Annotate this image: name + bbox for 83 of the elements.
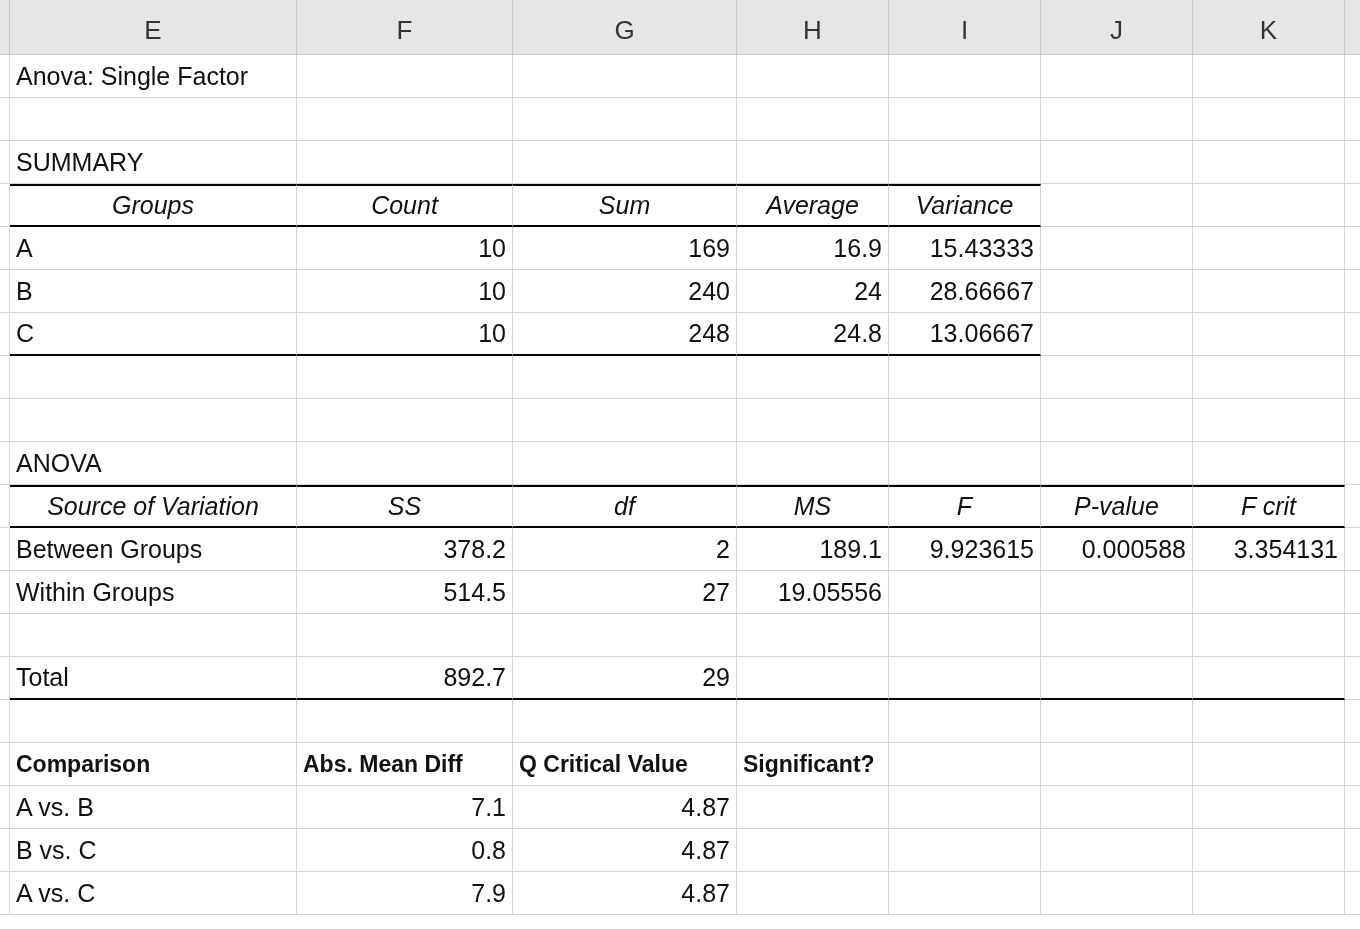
table-cell: F crit bbox=[1193, 485, 1345, 528]
table-cell: B bbox=[10, 270, 297, 313]
table-cell bbox=[0, 270, 10, 313]
table-cell: SUMMARY bbox=[10, 141, 297, 184]
table-cell: 0.000588 bbox=[1041, 528, 1193, 571]
table-cell bbox=[0, 829, 10, 872]
column-header[interactable]: I bbox=[889, 0, 1041, 54]
table-cell bbox=[0, 614, 10, 657]
table-cell bbox=[0, 98, 10, 141]
table-cell: 4.87 bbox=[513, 829, 737, 872]
table-cell: 4.87 bbox=[513, 872, 737, 915]
table-cell: F bbox=[889, 485, 1041, 528]
table-cell: Source of Variation bbox=[10, 485, 297, 528]
table-cell bbox=[0, 399, 10, 442]
table-cell bbox=[0, 571, 10, 614]
table-cell bbox=[0, 313, 10, 356]
table-cell bbox=[0, 786, 10, 829]
table-cell: 15.43333 bbox=[889, 227, 1041, 270]
table-cell: 24 bbox=[737, 270, 889, 313]
table-cell bbox=[0, 528, 10, 571]
table-cell: Between Groups bbox=[10, 528, 297, 571]
table-cell: df bbox=[513, 485, 737, 528]
table-cell bbox=[0, 485, 10, 528]
table-cell: 29 bbox=[513, 657, 737, 700]
table-cell: Q Critical Value bbox=[513, 743, 737, 786]
table-cell: Sum bbox=[513, 184, 737, 227]
table-cell: 7.9 bbox=[297, 872, 513, 915]
table-cell: 10 bbox=[297, 270, 513, 313]
table-cell bbox=[0, 442, 10, 485]
table-cell: Anova: Single Factor bbox=[10, 55, 297, 98]
table-cell: 24.8 bbox=[737, 313, 889, 356]
table-cell: 28.66667 bbox=[889, 270, 1041, 313]
table-cell bbox=[0, 356, 10, 399]
table-cell: A vs. B bbox=[10, 786, 297, 829]
table-cell bbox=[0, 700, 10, 743]
table-cell bbox=[0, 743, 10, 786]
table-cell: 10 bbox=[297, 313, 513, 356]
table-cell: SS bbox=[297, 485, 513, 528]
table-cell bbox=[0, 184, 10, 227]
table-cell: 19.05556 bbox=[737, 571, 889, 614]
column-header[interactable]: F bbox=[297, 0, 513, 54]
table-cell: Significant? bbox=[737, 743, 889, 786]
table-cell: Within Groups bbox=[10, 571, 297, 614]
table-cell: 9.923615 bbox=[889, 528, 1041, 571]
table-cell: Groups bbox=[10, 184, 297, 227]
table-cell bbox=[0, 227, 10, 270]
table-cell: Variance bbox=[889, 184, 1041, 227]
column-header[interactable]: G bbox=[513, 0, 737, 54]
table-cell: 4.87 bbox=[513, 786, 737, 829]
table-cell: 3.354131 bbox=[1193, 528, 1345, 571]
table-cell: 240 bbox=[513, 270, 737, 313]
table-cell: A vs. C bbox=[10, 872, 297, 915]
table-cell: 16.9 bbox=[737, 227, 889, 270]
table-cell: 0.8 bbox=[297, 829, 513, 872]
column-header[interactable]: E bbox=[10, 0, 297, 54]
table-cell bbox=[0, 657, 10, 700]
table-cell: Total bbox=[10, 657, 297, 700]
table-cell: 10 bbox=[297, 227, 513, 270]
table-cell: P-value bbox=[1041, 485, 1193, 528]
table-cell: C bbox=[10, 313, 297, 356]
table-cell bbox=[0, 872, 10, 915]
column-header[interactable]: J bbox=[1041, 0, 1193, 54]
table-cell: Count bbox=[297, 184, 513, 227]
table-cell: 13.06667 bbox=[889, 313, 1041, 356]
table-cell: 189.1 bbox=[737, 528, 889, 571]
column-header[interactable]: K bbox=[1193, 0, 1345, 54]
table-cell: B vs. C bbox=[10, 829, 297, 872]
table-cell: A bbox=[10, 227, 297, 270]
table-cell: ANOVA bbox=[10, 442, 297, 485]
table-cell: 27 bbox=[513, 571, 737, 614]
table-cell: 378.2 bbox=[297, 528, 513, 571]
table-cell: Average bbox=[737, 184, 889, 227]
table-cell: 2 bbox=[513, 528, 737, 571]
table-cell: 514.5 bbox=[297, 571, 513, 614]
column-header[interactable]: H bbox=[737, 0, 889, 54]
table-cell: 7.1 bbox=[297, 786, 513, 829]
table-cell: Comparison bbox=[10, 743, 297, 786]
table-cell: 169 bbox=[513, 227, 737, 270]
table-cell: MS bbox=[737, 485, 889, 528]
table-cell: 248 bbox=[513, 313, 737, 356]
table-cell bbox=[0, 141, 10, 184]
table-cell: 892.7 bbox=[297, 657, 513, 700]
table-cell: Abs. Mean Diff bbox=[297, 743, 513, 786]
